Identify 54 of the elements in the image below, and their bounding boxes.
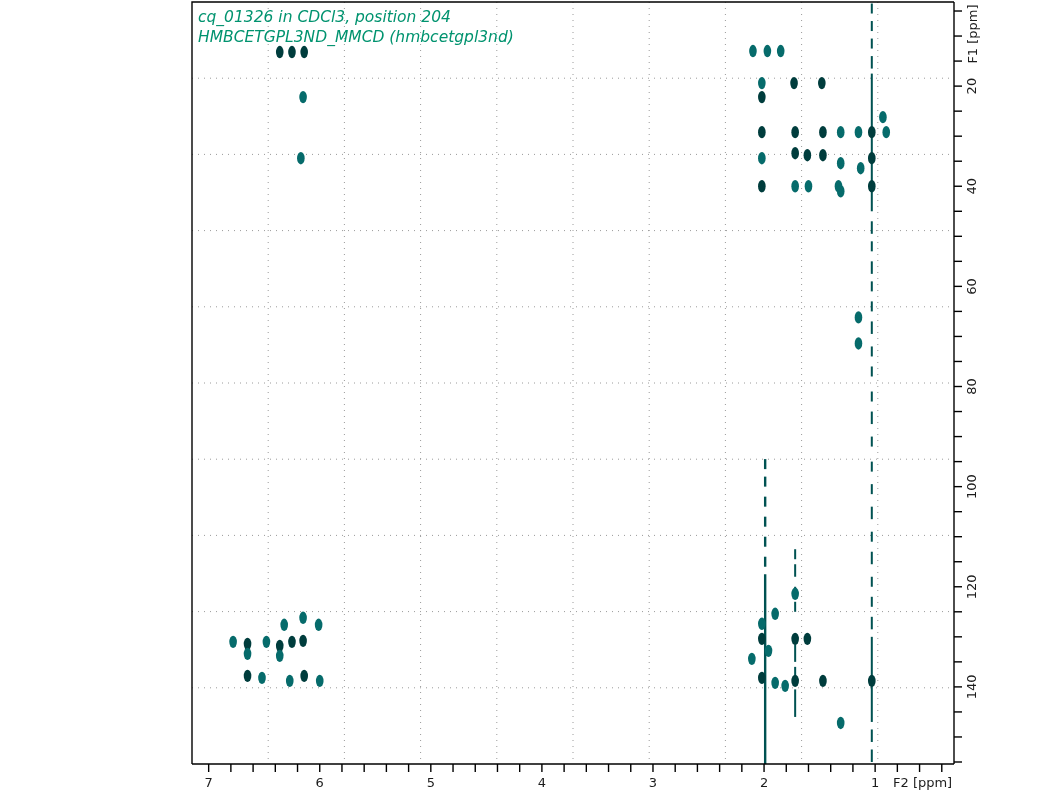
noise-streak xyxy=(870,551,873,565)
axis-title: F2 [ppm] xyxy=(893,775,953,790)
noise-streak xyxy=(870,506,873,520)
noise-streak xyxy=(870,531,873,542)
tick-label: 5 xyxy=(426,775,435,790)
noise-streak xyxy=(870,411,873,425)
noise-streak xyxy=(794,564,797,577)
noise-streak xyxy=(870,596,873,607)
noise-streak xyxy=(870,484,873,495)
noise-streak xyxy=(870,729,873,742)
noise-streak xyxy=(794,644,797,662)
pulse-program-label: HMBCETGPL3ND_MMCD (hmbcetgpl3nd) xyxy=(198,28,514,46)
tick-label: 1 xyxy=(871,775,880,790)
noise-streak xyxy=(870,38,873,49)
tick-label: 7 xyxy=(204,775,213,790)
noise-streak xyxy=(870,261,873,274)
tick-label: 80 xyxy=(964,378,980,395)
noise-streak xyxy=(763,556,767,567)
tick-label: 4 xyxy=(537,775,547,790)
noise-streak xyxy=(870,321,873,334)
spectrum-title: cq_01326 in CDCl3, position 204 xyxy=(198,8,451,26)
noise-streak xyxy=(763,516,767,527)
tick-label: 6 xyxy=(315,775,324,790)
noise-streak xyxy=(870,346,873,357)
noise-streak xyxy=(870,21,873,32)
noise-streak xyxy=(870,281,873,292)
noise-streak xyxy=(870,749,873,762)
noise-streak xyxy=(870,3,873,14)
noise-streak xyxy=(794,689,797,717)
noise-streak xyxy=(794,549,797,560)
noise-streak xyxy=(763,536,767,547)
tick-label: 20 xyxy=(964,77,980,95)
noise-streak xyxy=(870,241,873,252)
axis-title: F1 [ppm] xyxy=(964,4,980,64)
tick-label: 120 xyxy=(964,574,980,600)
noise-streak xyxy=(763,459,767,470)
noise-streak xyxy=(870,436,873,447)
noise-streak xyxy=(870,366,873,377)
noise-streak xyxy=(763,496,767,507)
noise-streak xyxy=(763,476,767,487)
tick-label: 2 xyxy=(759,775,769,790)
tick-label: 40 xyxy=(964,177,980,195)
noise-streak xyxy=(870,391,873,402)
tick-label: 60 xyxy=(964,278,980,295)
noise-streak xyxy=(870,576,873,587)
tick-label: 140 xyxy=(964,674,980,700)
noise-streak xyxy=(870,616,873,630)
noise-streak xyxy=(870,56,873,69)
tick-label: 3 xyxy=(648,775,658,790)
noise-streak xyxy=(870,301,873,312)
tick-label: 100 xyxy=(964,474,980,500)
noise-streak xyxy=(794,601,797,612)
noise-streak xyxy=(870,221,873,234)
noise-streak xyxy=(870,461,873,472)
